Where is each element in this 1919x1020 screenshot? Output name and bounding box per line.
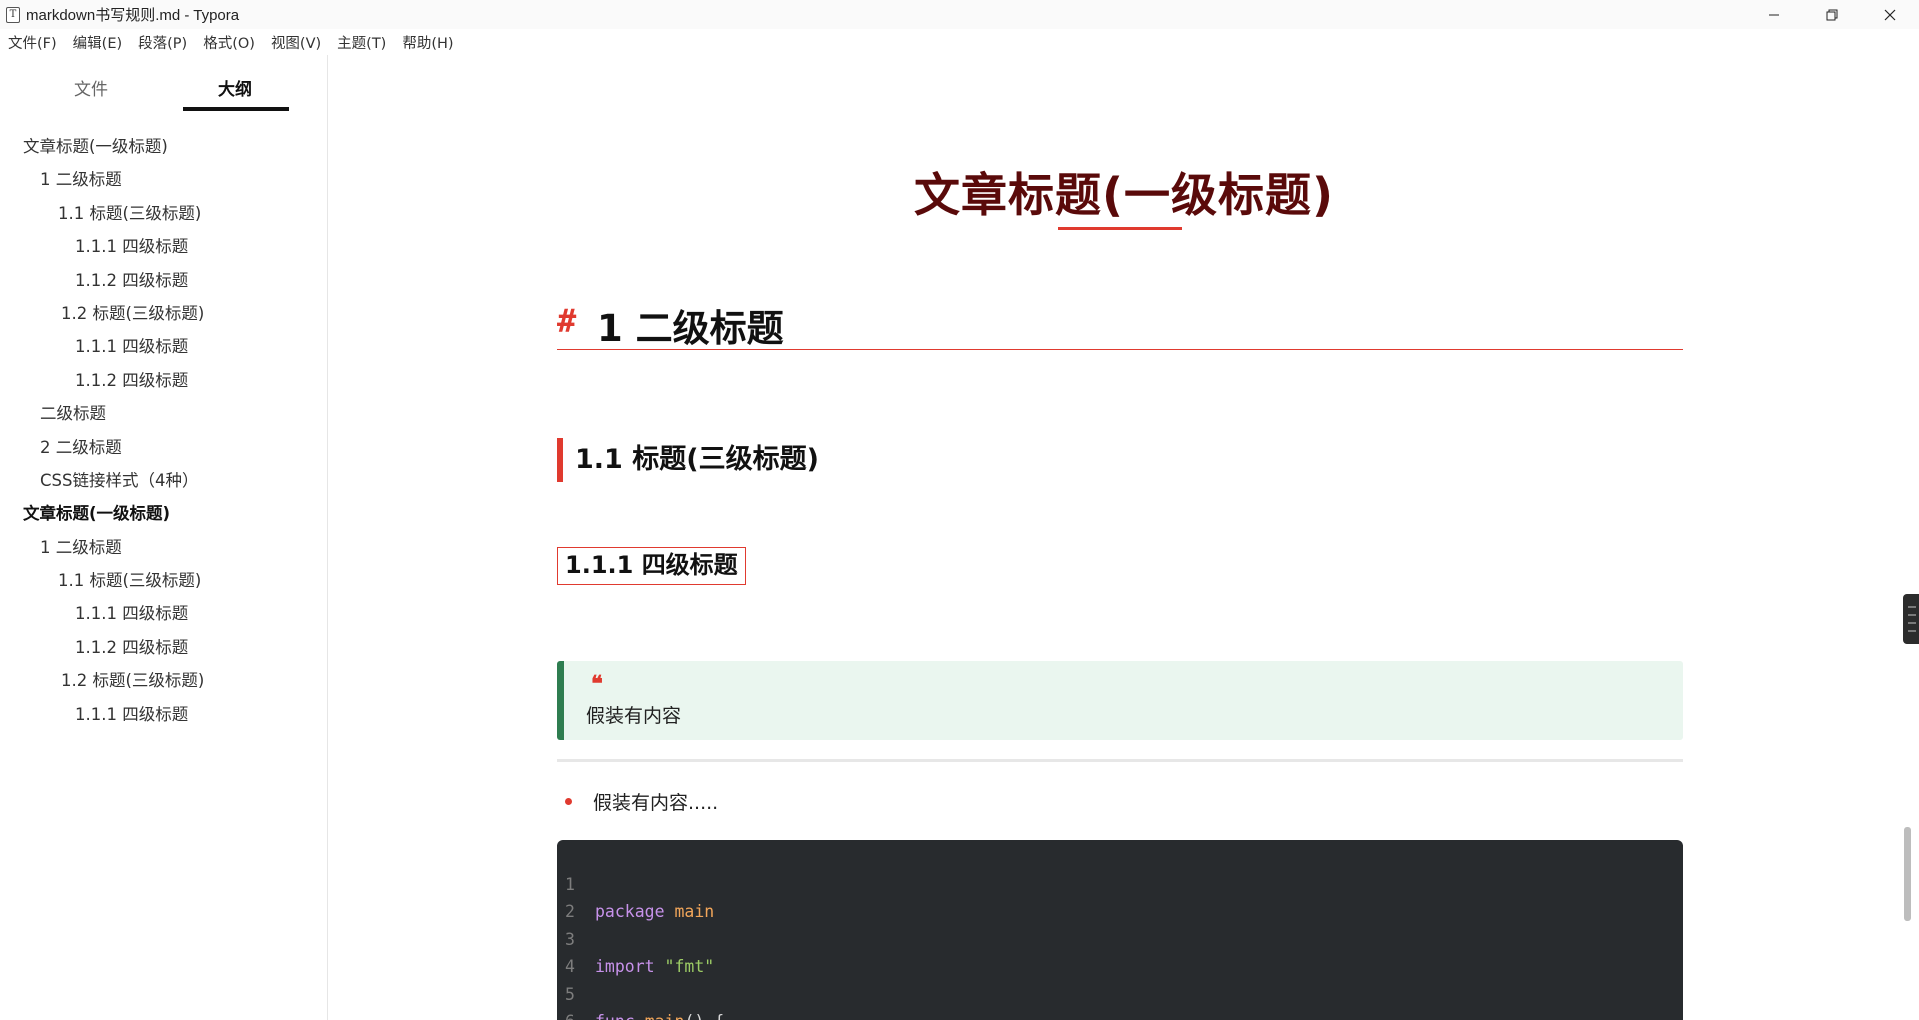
blockquote[interactable]: ❝ 假装有内容 — [557, 661, 1683, 740]
menu-paragraph[interactable]: 段落(P) — [132, 32, 193, 53]
menu-theme[interactable]: 主题(T) — [331, 32, 392, 53]
blockquote-text[interactable]: 假装有内容 — [586, 701, 681, 728]
heading-3[interactable]: 1.1 标题(三级标题) — [557, 438, 819, 482]
sidebar: 文件 大纲 文章标题(一级标题) 1 二级标题 1.1 标题(三级标题) 1.1… — [0, 55, 328, 1020]
menu-help[interactable]: 帮助(H) — [396, 32, 459, 53]
outline-item[interactable]: 1.1.1 四级标题 — [0, 230, 328, 263]
outline-item[interactable]: 1.1 标题(三级标题) — [0, 197, 328, 230]
line-number: 6 — [565, 1008, 585, 1020]
code-line: 4 — [557, 926, 617, 976]
window-title: markdown书写规则.md - Typora — [26, 7, 240, 24]
outline-item[interactable]: 1 二级标题 — [0, 163, 328, 196]
horizontal-rule — [557, 759, 1683, 762]
outline-list: 文章标题(一级标题) 1 二级标题 1.1 标题(三级标题) 1.1.1 四级标… — [0, 130, 328, 731]
menu-bar: 文件(F) 编辑(E) 段落(P) 格式(O) 视图(V) 主题(T) 帮助(H… — [0, 29, 1919, 55]
title-bar: T markdown书写规则.md - Typora — [0, 0, 1919, 29]
outline-item[interactable]: 1.1.2 四级标题 — [0, 631, 328, 664]
tab-outline[interactable]: 大纲 — [218, 75, 252, 100]
heading-hash-marker: # — [557, 302, 577, 340]
close-icon — [1884, 9, 1896, 20]
heading-1[interactable]: 文章标题(一级标题) — [329, 159, 1919, 225]
quote-mark-icon: ❝ — [591, 671, 603, 697]
code-line: 3 import "fmt" — [557, 898, 714, 977]
code-line: 6 fmt.Println("hello world!") — [557, 981, 617, 1020]
minimap-handle[interactable] — [1903, 594, 1919, 644]
minimize-icon — [1769, 14, 1779, 15]
outline-item[interactable]: CSS链接样式（4种） — [0, 464, 328, 497]
code-line: 5 func main() { — [557, 953, 724, 1020]
restore-button[interactable] — [1803, 0, 1861, 29]
editor-area[interactable]: 文章标题(一级标题) # 1 二级标题 1.1 标题(三级标题) 1.1.1 四… — [329, 55, 1919, 1020]
outline-item[interactable]: 1.2 标题(三级标题) — [0, 297, 328, 330]
outline-item[interactable]: 1.1.2 四级标题 — [0, 364, 328, 397]
code-line: 1 package main — [557, 843, 714, 922]
bullet-icon — [565, 798, 572, 805]
tab-files[interactable]: 文件 — [74, 75, 108, 100]
outline-item[interactable]: 文章标题(一级标题) — [0, 130, 328, 163]
restore-icon — [1826, 9, 1838, 20]
typora-app-icon: T — [6, 6, 20, 23]
outline-item[interactable]: 1.1.1 四级标题 — [0, 330, 328, 363]
outline-item[interactable]: 1.1.2 四级标题 — [0, 264, 328, 297]
outline-item-active[interactable]: 文章标题(一级标题) — [0, 497, 328, 530]
menu-format[interactable]: 格式(O) — [197, 32, 261, 53]
heading-2-text[interactable]: 1 二级标题 — [597, 298, 784, 352]
sidebar-tabs: 文件 大纲 — [0, 55, 327, 115]
outline-item[interactable]: 1.1.1 四级标题 — [0, 698, 328, 731]
heading-4[interactable]: 1.1.1 四级标题 — [557, 547, 746, 585]
window-controls — [1745, 0, 1919, 29]
heading-2[interactable]: # 1 二级标题 — [557, 302, 1683, 350]
outline-item[interactable]: 1 二级标题 — [0, 531, 328, 564]
active-tab-indicator — [183, 107, 289, 111]
code-line: 2 — [557, 871, 617, 921]
vertical-scrollbar[interactable] — [1904, 827, 1911, 921]
outline-item[interactable]: 1.1.1 四级标题 — [0, 597, 328, 630]
outline-item[interactable]: 二级标题 — [0, 397, 328, 430]
outline-item[interactable]: 2 二级标题 — [0, 431, 328, 464]
outline-item[interactable]: 1.2 标题(三级标题) — [0, 664, 328, 697]
list-item[interactable]: 假装有内容..... — [565, 788, 718, 815]
outline-item[interactable]: 1.1 标题(三级标题) — [0, 564, 328, 597]
close-button[interactable] — [1861, 0, 1919, 29]
minimize-button[interactable] — [1745, 0, 1803, 29]
menu-view[interactable]: 视图(V) — [265, 32, 327, 53]
menu-file[interactable]: 文件(F) — [2, 32, 63, 53]
code-block[interactable]: 1 package main 2 3 import "fmt" 4 5 func… — [557, 840, 1683, 1020]
menu-edit[interactable]: 编辑(E) — [67, 32, 128, 53]
list-item-text[interactable]: 假装有内容..... — [593, 792, 718, 814]
heading-1-underline — [1058, 227, 1182, 230]
